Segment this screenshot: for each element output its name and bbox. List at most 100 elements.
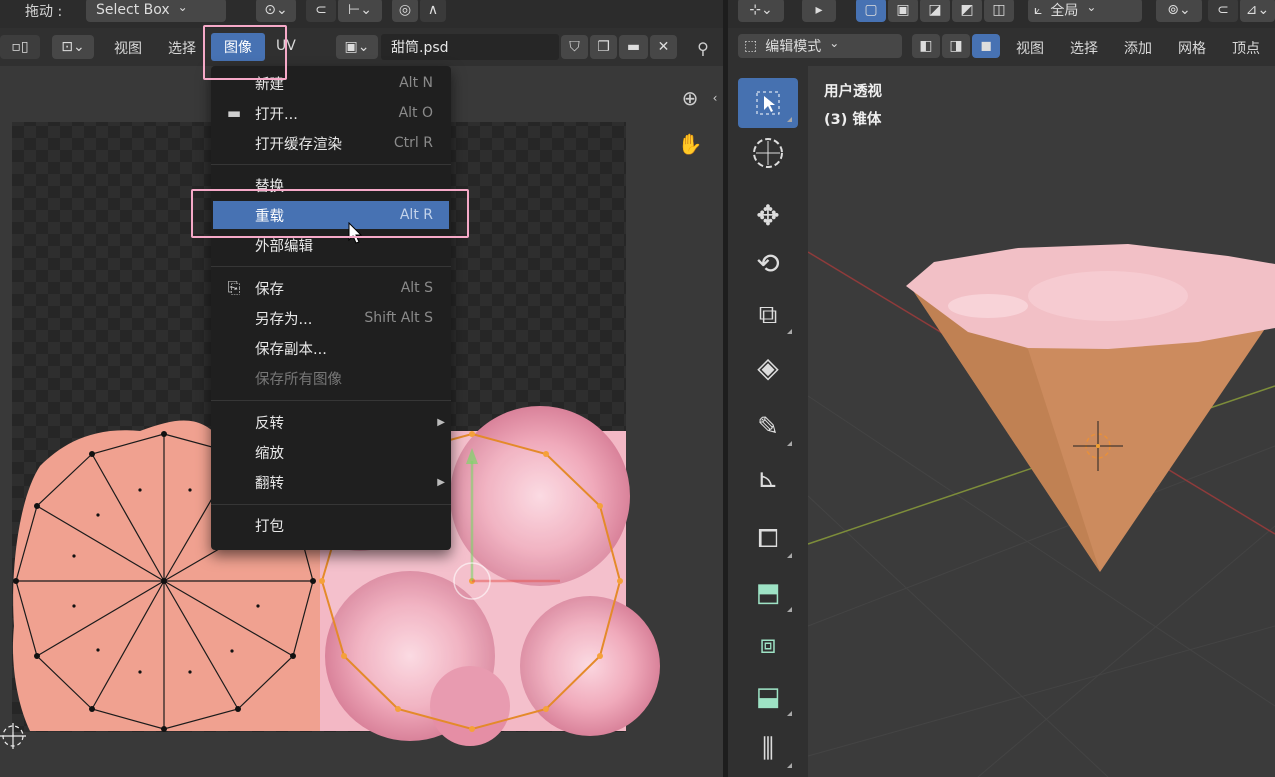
image-browse-icon[interactable]: ▣⌄ xyxy=(336,35,378,59)
menu-item-flip[interactable]: 翻转 ▶ xyxy=(211,467,451,497)
menu-item-invert[interactable]: 反转 ▶ xyxy=(211,407,451,437)
edge-select-icon[interactable]: ◨ xyxy=(942,34,970,58)
select-invert-icon[interactable]: ◩ xyxy=(952,0,982,22)
menu-separator xyxy=(211,504,451,505)
submenu-arrow-icon: ▶ xyxy=(437,476,445,488)
open-folder-icon[interactable]: ▬ xyxy=(619,35,648,59)
snap-icon[interactable]: ⊂ xyxy=(306,0,336,22)
menu-view[interactable]: 视图 xyxy=(114,38,142,58)
menu-item-save[interactable]: ⎘ 保存 Alt S xyxy=(211,273,451,303)
zoom-icon[interactable]: ⊕ xyxy=(676,84,704,112)
tool-settings-header: 拖动 : Select Box ⊙⌄ ⊂ ⊢⌄ ◎ ∧ xyxy=(0,0,723,28)
menu-item-label: 打开... xyxy=(255,106,298,123)
face-select-icon[interactable]: ◼ xyxy=(972,34,1000,58)
menu-item-new[interactable]: 新建 Alt N xyxy=(211,68,451,98)
menu-add[interactable]: 添加 xyxy=(1124,38,1152,58)
tool-rotate[interactable]: ⟲ xyxy=(738,238,798,288)
image-name-field[interactable]: 甜筒.psd xyxy=(381,34,559,60)
snap-type-icon[interactable]: ⊿⌄ xyxy=(1240,0,1275,22)
tool-add-cube[interactable]: ⧠ xyxy=(738,514,798,564)
pivot-point-icon[interactable]: ⊙⌄ xyxy=(256,0,296,22)
drag-label: 拖动 : xyxy=(25,4,63,20)
pin-icon[interactable]: ⚲ xyxy=(690,37,716,59)
pivot-icon[interactable]: ⊚⌄ xyxy=(1156,0,1202,22)
folder-icon: ▬ xyxy=(226,104,242,122)
tool-move[interactable]: ✥ xyxy=(738,190,798,240)
tool-loop-cut[interactable]: ⫼ xyxy=(738,724,798,774)
edit-mode-icon: ⬚ xyxy=(744,38,758,54)
3d-viewport-pane: ⊹⌄ ▸ ▢ ▣ ◪ ◩ ◫ ⟀ 全局 ⊚⌄ ⊂ ⊿⌄ ⬚ 编辑模式 ◧ ◨ ◼ 视… xyxy=(728,0,1275,777)
uv-editor-header: ▫▯ ⊡⌄ 视图 选择 图像 UV ▣⌄ 甜筒.psd ⛉ ❐ ▬ ✕ ⚲ xyxy=(0,28,723,66)
transform-orientation-dropdown[interactable]: ⟀ 全局 xyxy=(1028,0,1142,22)
move-icon: ✥ xyxy=(756,198,780,232)
menu-item-shortcut: Alt O xyxy=(398,105,433,121)
mode-dropdown[interactable]: ⬚ 编辑模式 xyxy=(738,34,902,58)
viewport-header: ⬚ 编辑模式 ◧ ◨ ◼ 视图 选择 添加 网格 顶点 xyxy=(728,28,1275,66)
menu-mesh[interactable]: 网格 xyxy=(1178,38,1206,58)
menu-item-label: 替换... xyxy=(255,178,298,195)
extrude-icon: ⬒ xyxy=(755,578,781,608)
editor-type-icon[interactable]: ▫▯ xyxy=(0,35,40,59)
vertex-select-icon[interactable]: ◧ xyxy=(912,34,940,58)
sidebar-toggle-icon[interactable]: ‹ xyxy=(709,88,721,108)
menu-item-shortcut: Alt S xyxy=(400,280,433,296)
select-intersect-icon[interactable]: ◫ xyxy=(984,0,1014,22)
menu-uv[interactable]: UV xyxy=(276,38,296,54)
menu-view[interactable]: 视图 xyxy=(1016,38,1044,58)
viewport-scene[interactable] xyxy=(728,66,1275,777)
transform-pivot-icon[interactable]: ⊹⌄ xyxy=(738,0,784,22)
tool-cursor[interactable] xyxy=(738,128,798,178)
select-new-icon[interactable]: ▢ xyxy=(856,0,886,22)
tool-select-box[interactable] xyxy=(738,78,798,128)
tool-annotate[interactable]: ✎ xyxy=(738,402,798,452)
menu-item-replace[interactable]: 替换... xyxy=(211,170,451,200)
transform-icon: ◈ xyxy=(757,350,779,384)
menu-select[interactable]: 选择 xyxy=(168,38,196,58)
tool-extrude[interactable]: ⬒ xyxy=(738,568,798,618)
proportional-edit-icon[interactable]: ◎ xyxy=(392,0,418,22)
menu-item-resize[interactable]: 缩放 xyxy=(211,437,451,467)
menu-image[interactable]: 图像 xyxy=(211,33,265,61)
pan-hand-icon[interactable]: ✋ xyxy=(676,130,704,158)
menu-item-shortcut: Alt R xyxy=(399,207,433,223)
menu-separator xyxy=(211,266,451,267)
menu-item-pack[interactable]: 打包 xyxy=(211,510,451,540)
menu-item-label: 缩放 xyxy=(255,445,284,462)
orientation-icon: ⟀ xyxy=(1034,2,1043,18)
select-mode-dropdown[interactable]: Select Box xyxy=(86,0,226,22)
select-tool-icon[interactable]: ▸ xyxy=(802,0,836,22)
menu-item-open-cached-render[interactable]: 打开缓存渲染 Ctrl R xyxy=(211,128,451,158)
select-subtract-icon[interactable]: ◪ xyxy=(920,0,950,22)
snap-target-icon[interactable]: ⊢⌄ xyxy=(338,0,382,22)
tool-measure[interactable]: ⊾ xyxy=(738,454,798,504)
menu-vertex[interactable]: 顶点 xyxy=(1232,38,1260,58)
menu-item-open[interactable]: ▬ 打开... Alt O xyxy=(211,98,451,128)
menu-item-label: 新建 xyxy=(255,76,284,93)
falloff-icon[interactable]: ∧ xyxy=(420,0,446,22)
menu-item-edit-externally[interactable]: 外部编辑 xyxy=(211,230,451,260)
cursor-icon xyxy=(753,138,783,168)
unlink-image-icon[interactable]: ✕ xyxy=(650,35,677,59)
menu-separator xyxy=(211,400,451,401)
image-name-text: 甜筒.psd xyxy=(391,40,449,56)
uv-select-mode-icon[interactable]: ⊡⌄ xyxy=(52,35,94,59)
inset-icon: ⧈ xyxy=(759,629,777,660)
measure-icon: ⊾ xyxy=(757,464,779,494)
duplicate-image-icon[interactable]: ❐ xyxy=(590,35,617,59)
tool-bevel[interactable]: ⬓ xyxy=(738,672,798,722)
tool-scale[interactable]: ⧉ xyxy=(738,290,798,340)
tool-inset[interactable]: ⧈ xyxy=(738,620,798,670)
scale-icon: ⧉ xyxy=(758,299,778,330)
fake-user-icon[interactable]: ⛉ xyxy=(561,35,588,59)
menu-item-reload[interactable]: 重载 Alt R xyxy=(213,201,449,229)
menu-item-label: 打包 xyxy=(255,518,284,535)
tool-transform[interactable]: ◈ xyxy=(738,342,798,392)
menu-item-save-copy[interactable]: 保存副本... xyxy=(211,333,451,363)
snap-icon[interactable]: ⊂ xyxy=(1208,0,1238,22)
select-mode-label: Select Box xyxy=(96,2,170,18)
menu-item-save-as[interactable]: 另存为... Shift Alt S xyxy=(211,303,451,333)
select-extend-icon[interactable]: ▣ xyxy=(888,0,918,22)
mode-label: 编辑模式 xyxy=(765,39,822,55)
bevel-icon: ⬓ xyxy=(755,682,781,712)
menu-select[interactable]: 选择 xyxy=(1070,38,1098,58)
